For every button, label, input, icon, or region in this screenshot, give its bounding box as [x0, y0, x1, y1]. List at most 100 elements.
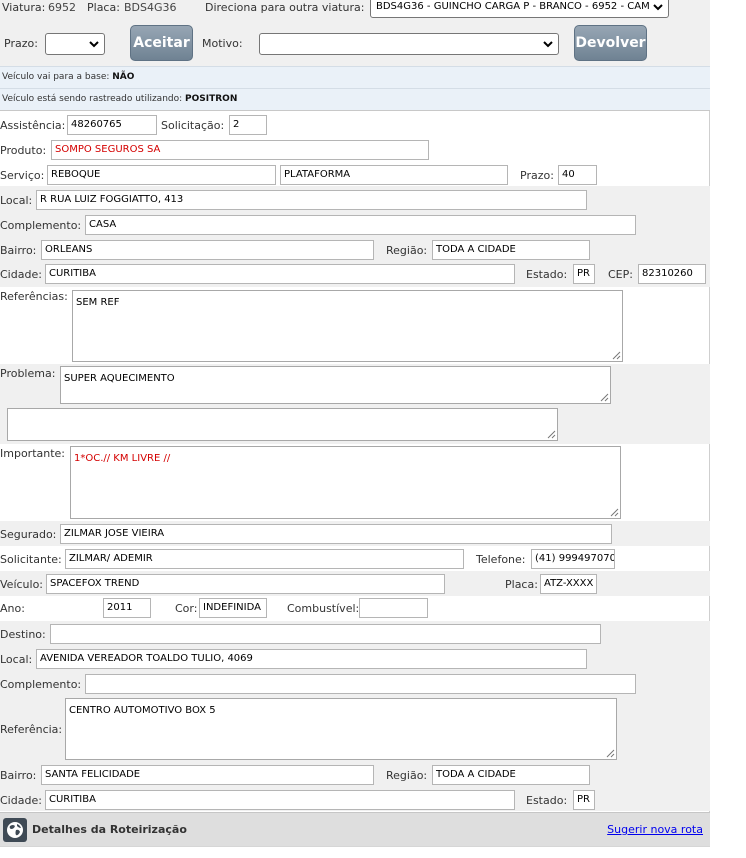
rastreio-info: Veículo está sendo rastreado utilizando:…	[0, 88, 710, 111]
ano-label: Ano:	[0, 602, 25, 615]
local-field[interactable]: R RUA LUIZ FOGGIATTO, 413	[36, 190, 587, 210]
ano-field[interactable]: 2011	[103, 598, 151, 618]
servico-tipo-field[interactable]: PLATAFORMA	[280, 165, 508, 185]
placa-field-label: Placa:	[505, 578, 538, 591]
globe-icon	[3, 818, 27, 842]
placa-value: BDS4G36	[124, 1, 177, 14]
resize-grip-icon[interactable]	[612, 351, 621, 360]
estado-field[interactable]: PR	[573, 264, 595, 284]
estado-label: Estado:	[526, 268, 568, 281]
assistencia-field[interactable]: 48260765	[67, 115, 157, 135]
destino-referencia-text: CENTRO AUTOMOTIVO BOX 5	[69, 705, 216, 716]
chevron-down-icon	[653, 4, 663, 11]
destino-bairro-field[interactable]: SANTA FELICIDADE	[41, 765, 374, 785]
destino-label: Destino:	[0, 628, 46, 641]
destino-field[interactable]	[50, 624, 601, 644]
prazo-field[interactable]: 40	[558, 165, 597, 185]
destino-local-field[interactable]: AVENIDA VEREADOR TOALDO TULIO, 4069	[36, 649, 587, 669]
produto-label: Produto:	[0, 144, 47, 157]
placa-label: Placa:	[87, 1, 120, 14]
regiao-label: Região:	[386, 244, 428, 257]
prazo-field-label: Prazo:	[520, 169, 554, 182]
referencias-text: SEM REF	[76, 297, 120, 308]
problema-textarea[interactable]: SUPER AQUECIMENTO	[60, 366, 611, 404]
telefone-field[interactable]: (41) 999497070	[531, 549, 615, 569]
combustivel-field[interactable]	[359, 598, 428, 618]
veiculo-field[interactable]: SPACEFOX TREND	[46, 574, 445, 594]
base-value: NÃO	[112, 72, 135, 82]
resize-grip-icon[interactable]	[547, 430, 556, 439]
destino-cidade-field[interactable]: CURITIBA	[45, 790, 515, 810]
local-label: Local:	[0, 194, 33, 207]
viatura-value: 6952	[48, 1, 76, 14]
telefone-label: Telefone:	[476, 553, 526, 566]
direciona-selected: BDS4G36 - GUINCHO CARGA P - BRANCO - 695…	[376, 1, 650, 12]
complemento-label: Complemento:	[0, 219, 82, 232]
destino-complemento-label: Complemento:	[0, 678, 82, 691]
roteirizacao-title: Detalhes da Roteirização	[32, 823, 187, 836]
produto-field[interactable]: SOMPO SEGUROS SA	[51, 140, 429, 160]
base-text: Veículo vai para a base:	[2, 72, 110, 82]
aceitar-button[interactable]: Aceitar	[130, 25, 193, 61]
solicitacao-field[interactable]: 2	[229, 115, 267, 135]
rastreio-text: Veículo está sendo rastreado utilizando:	[2, 94, 183, 104]
chevron-down-icon	[89, 41, 99, 48]
importante-text: 1*OC.// KM LIVRE //	[74, 453, 171, 464]
combustivel-label: Combustível:	[287, 602, 360, 615]
segurado-field[interactable]: ZILMAR JOSE VIEIRA	[60, 524, 612, 544]
viatura-label: Viatura:	[2, 1, 46, 14]
importante-label: Importante:	[0, 447, 66, 460]
destino-bairro-label: Bairro:	[0, 769, 37, 782]
placa-field[interactable]: ATZ-XXXX	[540, 574, 597, 594]
cor-field[interactable]: INDEFINIDA	[199, 598, 267, 618]
page: Viatura: 6952 Placa: BDS4G36 Direciona p…	[0, 0, 710, 858]
cidade-field[interactable]: CURITIBA	[45, 264, 515, 284]
destino-regiao-field[interactable]: TODA A CIDADE	[432, 765, 590, 785]
problema-extra-textarea[interactable]	[7, 408, 558, 441]
problema-text: SUPER AQUECIMENTO	[64, 373, 175, 384]
motivo-select[interactable]	[259, 33, 559, 55]
servico-field[interactable]: REBOQUE	[47, 165, 276, 185]
destino-local-label: Local:	[0, 653, 33, 666]
chevron-down-icon	[543, 41, 553, 48]
rastreio-value: POSITRON	[185, 94, 238, 104]
resize-grip-icon[interactable]	[600, 393, 609, 402]
prazo-select[interactable]	[45, 33, 105, 55]
top-bar: Viatura: 6952 Placa: BDS4G36 Direciona p…	[0, 0, 710, 66]
cor-label: Cor:	[175, 602, 198, 615]
segurado-label: Segurado:	[0, 528, 57, 541]
resize-grip-icon[interactable]	[610, 508, 619, 517]
solicitante-field[interactable]: ZILMAR/ ADEMIR	[65, 549, 464, 569]
cidade-label: Cidade:	[0, 268, 42, 281]
cep-field[interactable]: 82310260	[638, 264, 706, 284]
destino-regiao-label: Região:	[386, 769, 428, 782]
destino-complemento-field[interactable]	[85, 674, 636, 694]
complemento-field[interactable]: CASA	[85, 215, 636, 235]
motivo-label: Motivo:	[202, 37, 243, 50]
cep-label: CEP:	[608, 268, 633, 281]
assistencia-label: Assistência:	[0, 119, 66, 132]
destino-estado-field[interactable]: PR	[573, 790, 595, 810]
destino-referencia-label: Referência:	[0, 723, 63, 736]
resize-grip-icon[interactable]	[606, 749, 615, 758]
referencias-label: Referências:	[0, 290, 68, 303]
base-info: Veículo vai para a base: NÃO	[0, 66, 710, 88]
veiculo-label: Veículo:	[0, 578, 44, 591]
referencias-textarea[interactable]: SEM REF	[72, 290, 623, 362]
bairro-field[interactable]: ORLEANS	[41, 240, 374, 260]
roteirizacao-bar: Detalhes da Roteirização Sugerir nova ro…	[0, 812, 710, 846]
destino-referencia-textarea[interactable]: CENTRO AUTOMOTIVO BOX 5	[65, 698, 617, 760]
bottom-spacer	[0, 846, 710, 858]
servico-label: Serviço:	[0, 169, 45, 182]
importante-textarea[interactable]: 1*OC.// KM LIVRE //	[70, 446, 621, 519]
problema-label: Problema:	[0, 367, 56, 380]
sugerir-rota-link[interactable]: Sugerir nova rota	[607, 823, 703, 836]
regiao-field[interactable]: TODA A CIDADE	[432, 240, 590, 260]
solicitante-label: Solicitante:	[0, 553, 62, 566]
direciona-select[interactable]: BDS4G36 - GUINCHO CARGA P - BRANCO - 695…	[370, 0, 669, 18]
bairro-label: Bairro:	[0, 244, 37, 257]
direciona-label: Direciona para outra viatura:	[205, 1, 365, 14]
devolver-button[interactable]: Devolver	[574, 25, 647, 61]
prazo-label: Prazo:	[4, 37, 38, 50]
destino-cidade-label: Cidade:	[0, 794, 42, 807]
